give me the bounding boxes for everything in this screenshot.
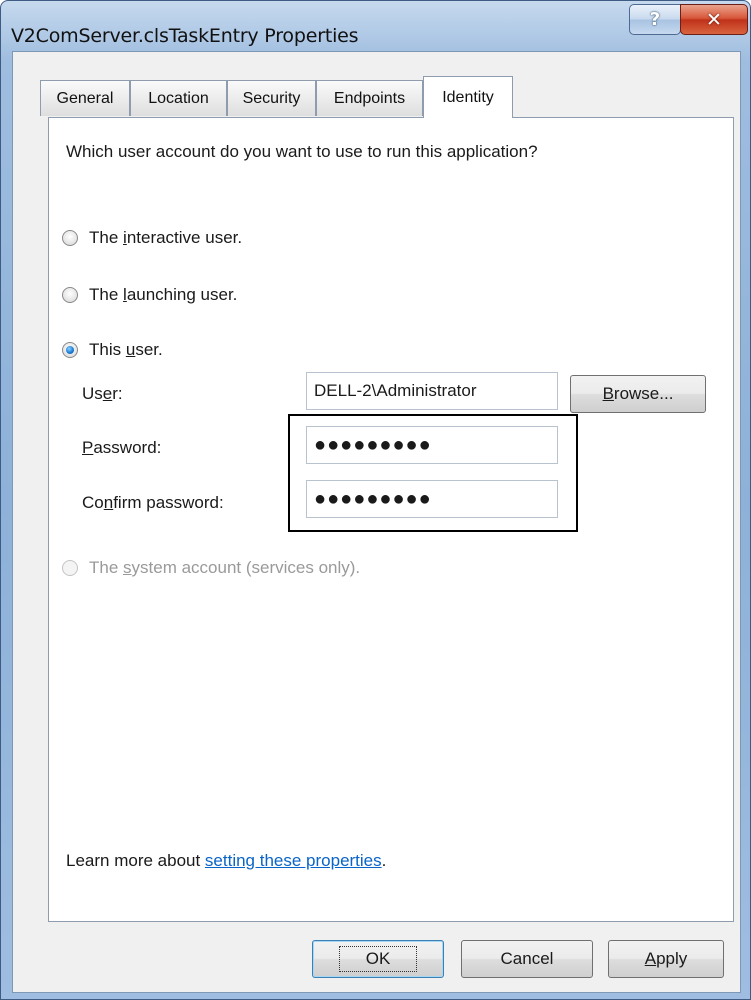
radio-button-disabled (62, 560, 78, 576)
close-icon: ✕ (706, 8, 722, 31)
password-field[interactable]: ●●●●●●●●● (306, 426, 558, 464)
radio-button[interactable] (62, 230, 78, 246)
tab-label: Security (242, 89, 301, 107)
tab-general[interactable]: General (40, 80, 130, 116)
radio-button[interactable] (62, 287, 78, 303)
confirm-password-field[interactable]: ●●●●●●●●● (306, 480, 558, 518)
tab-security[interactable]: Security (227, 80, 316, 116)
user-value: DELL-2\Administrator (314, 381, 477, 400)
title-bar[interactable]: V2ComServer.clsTaskEntry Properties ? ✕ (1, 1, 750, 51)
tab-label: Endpoints (333, 89, 406, 107)
radio-system-account: The system account (services only). (62, 558, 360, 578)
tab-label: Location (148, 89, 209, 107)
radio-launching-user[interactable]: The launching user. (62, 285, 237, 305)
window-title: V2ComServer.clsTaskEntry Properties (11, 25, 359, 47)
apply-label: Apply (644, 949, 688, 968)
password-label: Password: (82, 438, 162, 457)
user-label: User: (82, 384, 123, 403)
confirm-password-value: ●●●●●●●●● (314, 487, 432, 510)
help-icon: ? (649, 9, 661, 30)
apply-button[interactable]: Apply (608, 940, 724, 978)
help-button[interactable]: ? (629, 4, 681, 35)
confirm-password-label: Confirm password: (82, 493, 224, 512)
radio-label-this-user: This user. (89, 340, 163, 359)
browse-label: Browse... (602, 384, 674, 403)
learn-more-link[interactable]: setting these properties (205, 851, 382, 870)
cancel-button[interactable]: Cancel (461, 940, 593, 978)
browse-button[interactable]: Browse... (570, 375, 706, 413)
account-question: Which user account do you want to use to… (66, 142, 538, 161)
close-button[interactable]: ✕ (680, 4, 748, 35)
tab-endpoints[interactable]: Endpoints (316, 80, 423, 116)
radio-label-launching-user: The launching user. (89, 285, 238, 304)
learn-more-text: Learn more about setting these propertie… (66, 851, 387, 870)
cancel-label: Cancel (500, 949, 554, 968)
tab-identity[interactable]: Identity (423, 76, 513, 118)
user-field[interactable]: DELL-2\Administrator (306, 372, 558, 410)
tab-location[interactable]: Location (130, 80, 227, 116)
tab-label: General (56, 89, 114, 107)
radio-label-interactive-user: The interactive user. (89, 228, 243, 247)
password-value: ●●●●●●●●● (314, 433, 432, 456)
radio-label-system-account: The system account (services only). (89, 558, 361, 577)
radio-button-selected[interactable] (62, 342, 78, 358)
ok-label: OK (338, 946, 418, 972)
ok-button[interactable]: OK (312, 940, 444, 978)
tab-label: Identity (442, 88, 494, 106)
radio-this-user[interactable]: This user. (62, 340, 163, 360)
radio-interactive-user[interactable]: The interactive user. (62, 228, 242, 248)
